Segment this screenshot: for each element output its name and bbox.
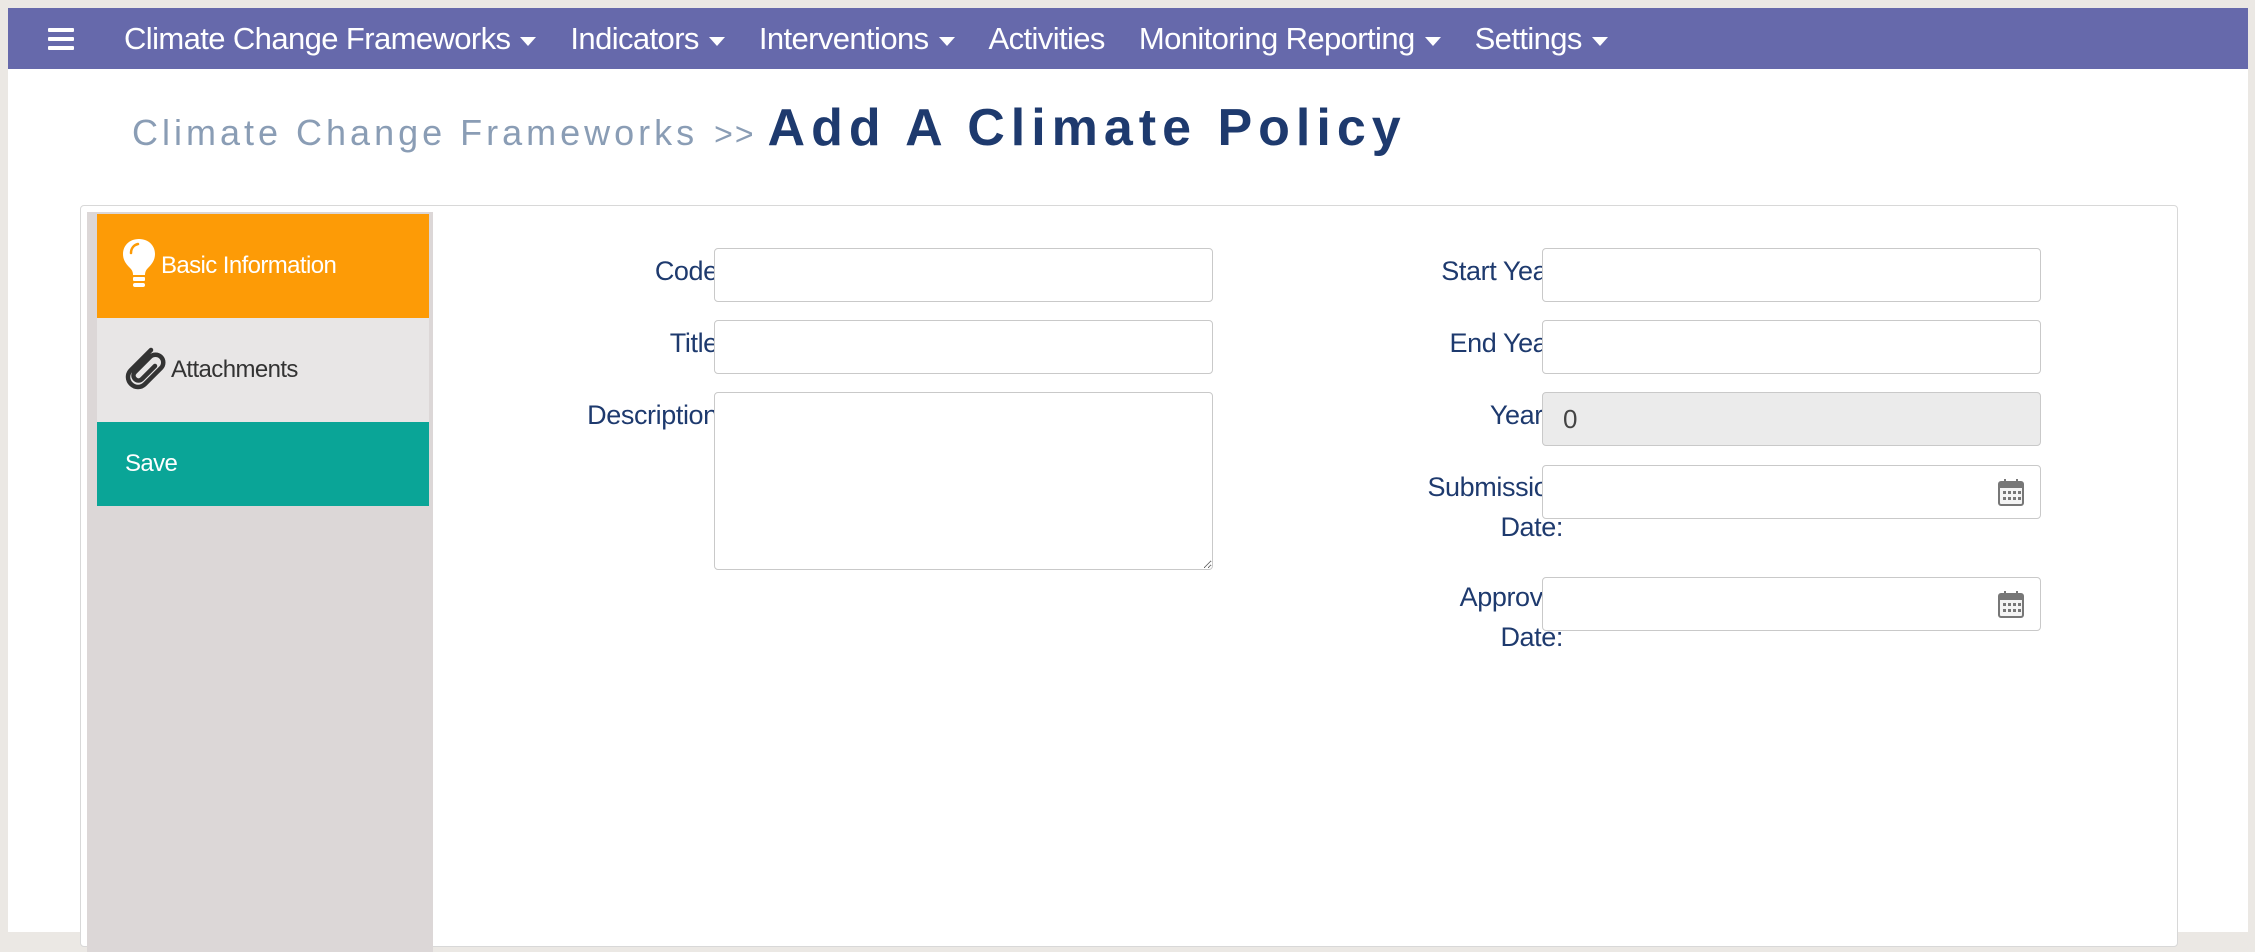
nav-interventions[interactable]: Interventions	[759, 21, 955, 57]
nav-item-label: Activities	[988, 20, 1106, 56]
form-card: Basic Information Attachments Save Code:…	[80, 205, 2178, 952]
sidebar-item-basic-information[interactable]: Basic Information	[97, 214, 429, 318]
nav-activities[interactable]: Activities	[988, 20, 1106, 57]
nav-item-label: Climate Change Frameworks	[124, 20, 511, 56]
approval-date-label-line2: Date:	[1500, 622, 1563, 652]
top-navbar: Climate Change Frameworks Indicators Int…	[8, 8, 2248, 69]
approval-date-input[interactable]	[1542, 577, 2041, 631]
years-readonly-field	[1542, 392, 2041, 446]
submission-date-input[interactable]	[1542, 465, 2041, 519]
nav-climate-change-frameworks[interactable]: Climate Change Frameworks	[124, 20, 537, 57]
page: Climate Change Frameworks Indicators Int…	[8, 8, 2248, 952]
form-sidebar: Basic Information Attachments Save	[87, 212, 433, 952]
nav-item-label: Interventions	[758, 20, 929, 56]
sidebar-item-attachments[interactable]: Attachments	[97, 318, 429, 422]
title-label: Title:*	[501, 323, 742, 363]
page-title: Add A Climate Policy	[767, 99, 1407, 157]
end-year-input[interactable]	[1542, 320, 2041, 374]
save-button-label: Save	[125, 450, 178, 477]
title-input[interactable]	[714, 320, 1213, 374]
description-label: Description:*	[481, 395, 741, 435]
breadcrumb-separator: >>	[714, 116, 756, 152]
nav-monitoring-reporting[interactable]: Monitoring Reporting	[1139, 21, 1441, 57]
caret-down-icon	[938, 37, 955, 46]
hamburger-menu-icon[interactable]	[48, 24, 88, 54]
start-year-label: Start Year:	[1441, 256, 1563, 286]
lightbulb-icon	[121, 237, 157, 296]
calendar-icon[interactable]	[1998, 590, 2024, 618]
approval-date-label-line1: Approval	[1459, 582, 1564, 612]
code-input[interactable]	[714, 248, 1213, 302]
nav-item-label: Monitoring Reporting	[1138, 20, 1415, 56]
code-label: Code:*	[501, 251, 742, 291]
submission-date-label-line2: Date:	[1500, 512, 1563, 542]
caret-down-icon	[1591, 37, 1608, 46]
years-label: Years:	[1489, 400, 1564, 430]
save-button[interactable]: Save	[97, 422, 429, 506]
sidebar-item-label: Basic Information	[161, 252, 337, 279]
description-label-text: Description:	[587, 400, 725, 430]
calendar-icon[interactable]	[1998, 478, 2024, 506]
breadcrumb-parent-link[interactable]: Climate Change Frameworks	[132, 112, 698, 154]
caret-down-icon	[708, 37, 725, 46]
nav-settings[interactable]: Settings	[1475, 21, 1608, 57]
nav-indicators[interactable]: Indicators	[570, 20, 725, 57]
paperclip-icon	[121, 344, 167, 397]
nav-item-label: Settings	[1474, 20, 1583, 56]
nav-item-label: Indicators	[570, 20, 699, 56]
breadcrumb: Climate Change Frameworks >> Add A Clima…	[132, 98, 1407, 158]
approval-date-label: Approval Date:	[1301, 577, 1564, 657]
caret-down-icon	[520, 37, 537, 46]
start-year-input[interactable]	[1542, 248, 2041, 302]
submission-date-label-line1: Submission	[1427, 472, 1563, 502]
submission-date-label: Submission Date:	[1301, 467, 1563, 547]
description-textarea[interactable]	[714, 392, 1213, 570]
end-year-label: End Year:	[1449, 328, 1563, 358]
sidebar-item-label: Attachments	[171, 356, 298, 383]
caret-down-icon	[1424, 37, 1441, 46]
